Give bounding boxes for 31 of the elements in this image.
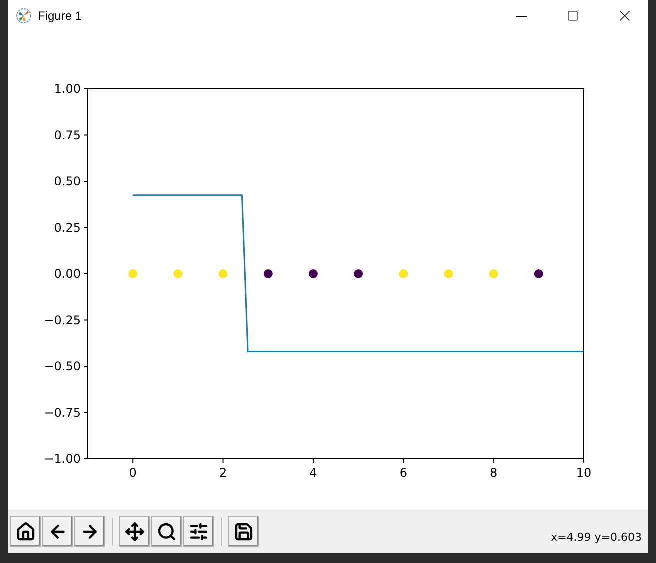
- forward-button[interactable]: [74, 516, 105, 547]
- y-tick-label: 1.00: [54, 82, 81, 96]
- x-tick-label: 10: [576, 466, 592, 480]
- y-tick-label: 0.00: [54, 267, 81, 281]
- move-icon: [124, 522, 144, 542]
- x-tick-label: 6: [400, 466, 408, 480]
- y-tick-label: −0.25: [44, 313, 81, 328]
- search-icon: [156, 522, 176, 542]
- y-tick-label: 0.50: [54, 174, 81, 188]
- x-tick-label: 0: [129, 466, 137, 480]
- app-icon: [16, 8, 32, 24]
- cursor-coordinates: x=4.99 y=0.603: [551, 531, 642, 544]
- save-icon: [234, 522, 254, 542]
- sliders-icon: [188, 522, 208, 542]
- y-tick-label: −0.75: [44, 406, 81, 420]
- save-button[interactable]: [228, 516, 259, 547]
- pan-button[interactable]: [119, 516, 150, 547]
- home-button[interactable]: [10, 516, 41, 547]
- window-title: Figure 1: [38, 9, 84, 23]
- x-tick-label: 2: [219, 466, 228, 480]
- home-icon: [16, 522, 36, 542]
- configure-button[interactable]: [183, 516, 214, 547]
- maximize-icon: [567, 10, 579, 22]
- x-tick-label: 8: [490, 466, 498, 480]
- back-button[interactable]: [42, 516, 73, 547]
- zoom-button[interactable]: [151, 516, 182, 547]
- x-tick-label: 4: [310, 466, 318, 480]
- y-tick-label: 0.25: [54, 220, 81, 235]
- y-tick-label: 0.75: [54, 128, 81, 142]
- y-tick-label: −1.00: [44, 452, 81, 466]
- y-tick-label: −0.50: [44, 360, 81, 374]
